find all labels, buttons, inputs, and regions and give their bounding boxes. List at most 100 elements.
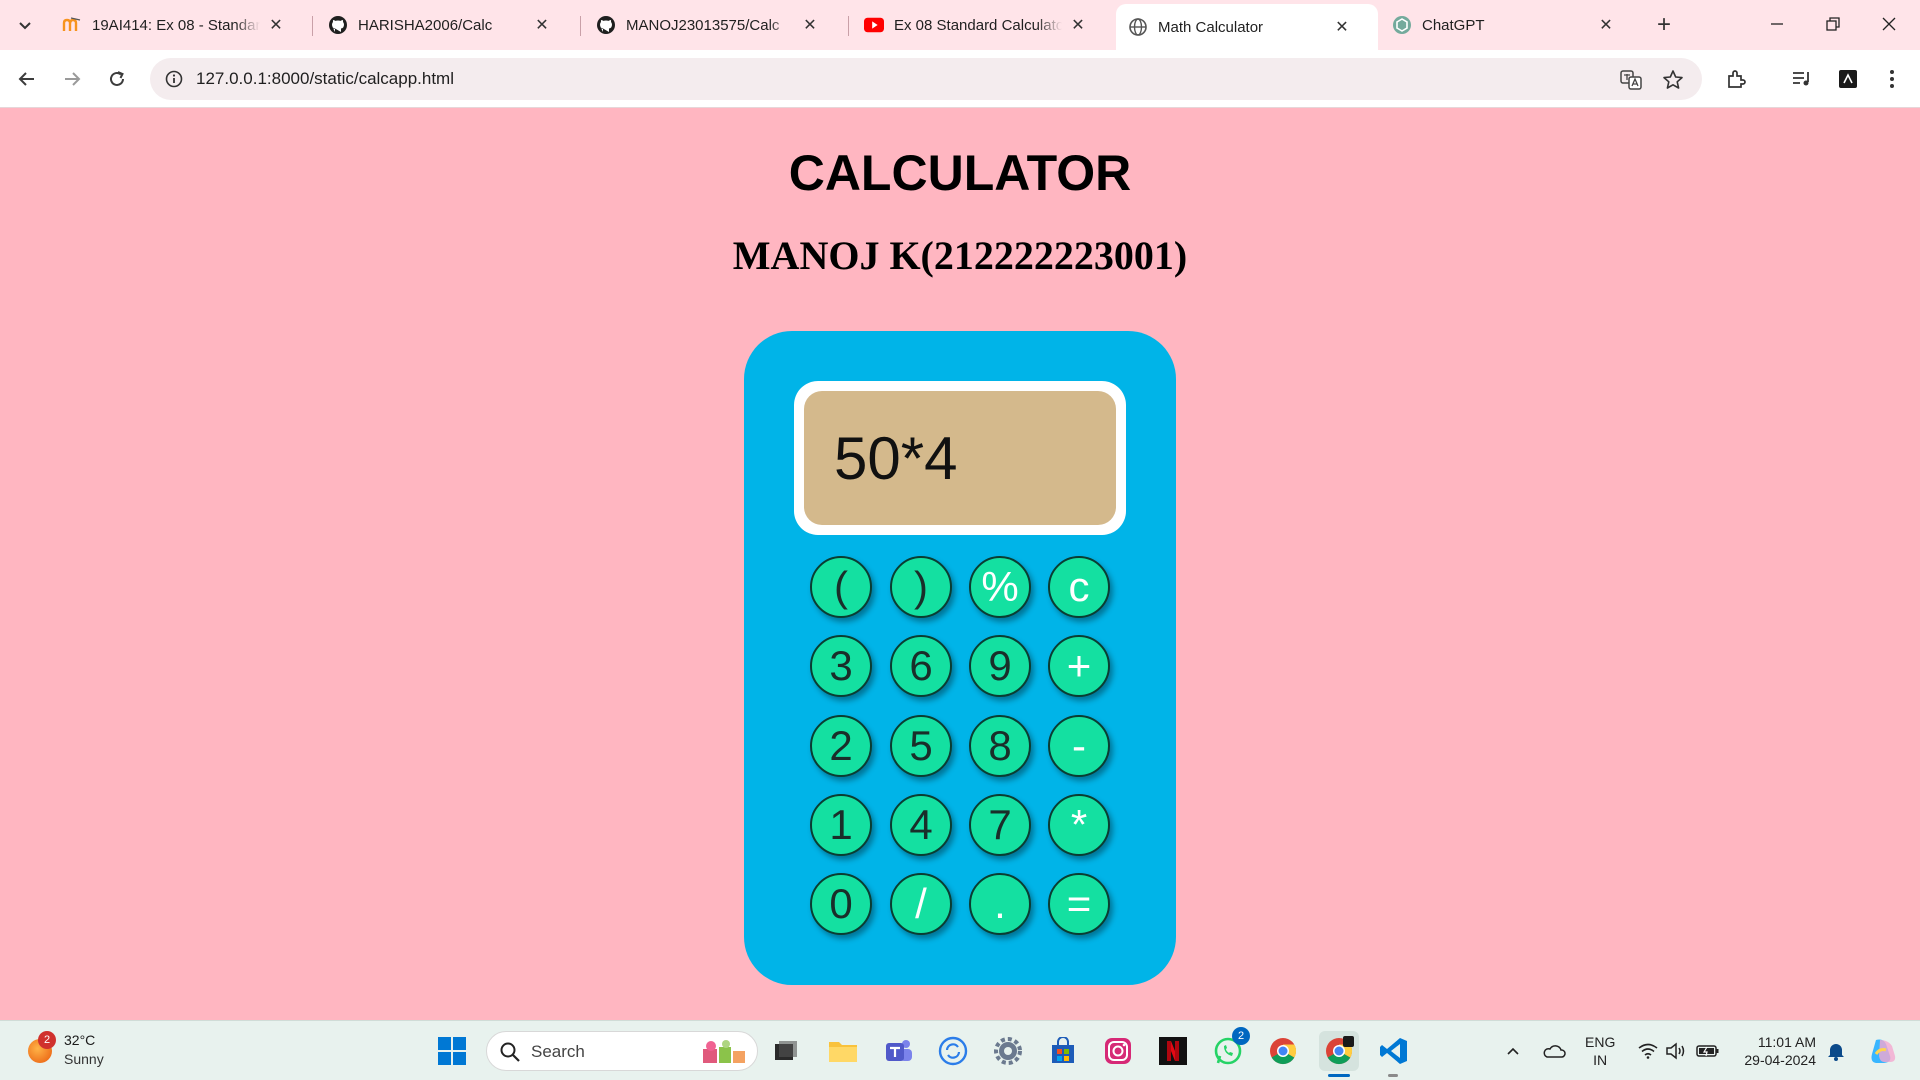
taskbar-store[interactable] bbox=[1043, 1031, 1083, 1071]
start-button[interactable] bbox=[432, 1031, 472, 1071]
taskbar-file-explorer[interactable] bbox=[823, 1031, 863, 1071]
key-minus[interactable]: - bbox=[1048, 715, 1110, 777]
key-6[interactable]: 6 bbox=[890, 635, 952, 697]
volume-icon[interactable] bbox=[1664, 1039, 1688, 1063]
chrome-icon bbox=[1326, 1036, 1354, 1065]
tab-separator bbox=[580, 16, 581, 36]
close-window-button[interactable] bbox=[1866, 6, 1912, 42]
key-close-paren[interactable]: ) bbox=[890, 556, 952, 618]
translate-icon[interactable] bbox=[1618, 67, 1644, 93]
close-icon[interactable]: ✕ bbox=[1332, 17, 1352, 37]
page-subtitle: MANOJ K(212222223001) bbox=[732, 233, 1188, 278]
key-percent[interactable]: % bbox=[969, 556, 1031, 618]
onedrive-icon[interactable] bbox=[1542, 1039, 1566, 1063]
system-clock[interactable]: 11:01 AM 29-04-2024 bbox=[1736, 1033, 1816, 1069]
taskbar-teams[interactable] bbox=[879, 1031, 919, 1071]
tab-chatgpt[interactable]: ChatGPT ✕ bbox=[1380, 6, 1644, 44]
taskbar-settings[interactable] bbox=[988, 1031, 1028, 1071]
key-decimal[interactable]: . bbox=[969, 873, 1031, 935]
restore-icon bbox=[1826, 17, 1840, 31]
key-7[interactable]: 7 bbox=[969, 794, 1031, 856]
close-icon[interactable]: ✕ bbox=[800, 15, 820, 35]
key-5[interactable]: 5 bbox=[890, 715, 952, 777]
clock-time: 11:01 AM bbox=[1757, 1034, 1816, 1050]
plus-icon: + bbox=[1656, 11, 1671, 38]
key-9[interactable]: 9 bbox=[969, 635, 1031, 697]
tab-github-harisha[interactable]: HARISHA2006/Calc ✕ bbox=[316, 6, 576, 44]
taskbar-vscode[interactable] bbox=[1374, 1031, 1414, 1071]
tab-github-manoj[interactable]: MANOJ23013575/Calc ✕ bbox=[584, 6, 844, 44]
language-indicator[interactable]: ENG IN bbox=[1585, 1033, 1615, 1069]
taskbar-chrome[interactable] bbox=[1263, 1031, 1303, 1071]
taskbar-netflix[interactable] bbox=[1153, 1031, 1193, 1071]
taskbar: 2 32°C Sunny Search 2 ENG IN 11:01 AM 29… bbox=[0, 1020, 1920, 1080]
key-8[interactable]: 8 bbox=[969, 715, 1031, 777]
tab-title: MANOJ23013575/Calc bbox=[626, 16, 780, 34]
notification-bell-icon[interactable] bbox=[1824, 1039, 1848, 1063]
url-text[interactable]: 127.0.0.1:8000/static/calcapp.html bbox=[196, 69, 454, 89]
taskbar-instagram[interactable] bbox=[1098, 1031, 1138, 1071]
calculator-body: 50*4 ( ) % c 3 6 9 + 2 5 8 - 1 4 7 * 0 /… bbox=[744, 331, 1176, 985]
taskbar-search[interactable]: Search bbox=[486, 1031, 758, 1071]
tab-moodle[interactable]: 19AI414: Ex 08 - Standard Calculator ✕ bbox=[50, 6, 310, 44]
close-icon[interactable]: ✕ bbox=[1596, 15, 1616, 35]
taskbar-whatsapp[interactable]: 2 bbox=[1208, 1027, 1250, 1071]
close-icon[interactable]: ✕ bbox=[532, 15, 552, 35]
key-divide[interactable]: / bbox=[890, 873, 952, 935]
arrow-left-icon bbox=[18, 72, 34, 86]
browser-menu-icon[interactable] bbox=[1876, 63, 1908, 95]
taskbar-chrome-active[interactable] bbox=[1319, 1031, 1359, 1071]
calculator-display[interactable]: 50*4 bbox=[804, 391, 1116, 525]
site-info-icon[interactable] bbox=[162, 67, 186, 91]
github-icon bbox=[328, 15, 348, 35]
wifi-icon[interactable] bbox=[1636, 1039, 1660, 1063]
tab-search-button[interactable] bbox=[8, 8, 42, 42]
tab-title: Ex 08 Standard Calculator Using Python bbox=[894, 16, 1062, 34]
search-highlight-icon bbox=[703, 1040, 745, 1063]
task-view-button[interactable] bbox=[766, 1031, 806, 1071]
back-button[interactable] bbox=[10, 62, 44, 96]
key-4[interactable]: 4 bbox=[890, 794, 952, 856]
key-2[interactable]: 2 bbox=[810, 715, 872, 777]
new-tab-button[interactable]: + bbox=[1650, 9, 1678, 41]
tab-math-calculator[interactable]: Math Calculator ✕ bbox=[1116, 4, 1378, 50]
profile-avatar[interactable] bbox=[1832, 63, 1864, 95]
clock-date: 29-04-2024 bbox=[1744, 1052, 1816, 1068]
tab-youtube[interactable]: Ex 08 Standard Calculator Using Python ✕ bbox=[852, 6, 1112, 44]
language-line1: ENG bbox=[1585, 1034, 1616, 1050]
page-content: CALCULATOR MANOJ K(212222223001) 50*4 ( … bbox=[0, 108, 1920, 1020]
key-0[interactable]: 0 bbox=[810, 873, 872, 935]
key-3[interactable]: 3 bbox=[810, 635, 872, 697]
key-equals[interactable]: = bbox=[1048, 873, 1110, 935]
media-control-icon[interactable] bbox=[1786, 63, 1818, 95]
gear-icon bbox=[994, 1037, 1022, 1065]
bookmark-star-icon[interactable] bbox=[1660, 67, 1686, 93]
minimize-icon bbox=[1771, 23, 1783, 25]
close-icon[interactable]: ✕ bbox=[1068, 15, 1088, 35]
reload-button[interactable] bbox=[100, 62, 134, 96]
search-placeholder: Search bbox=[531, 1042, 585, 1061]
restore-button[interactable] bbox=[1810, 6, 1856, 42]
chevron-up-icon[interactable] bbox=[1501, 1039, 1525, 1063]
language-line2: IN bbox=[1593, 1052, 1608, 1068]
extensions-icon[interactable] bbox=[1720, 63, 1752, 95]
key-plus[interactable]: + bbox=[1048, 635, 1110, 697]
key-multiply[interactable]: * bbox=[1048, 794, 1110, 856]
vscode-icon bbox=[1380, 1038, 1407, 1064]
github-icon bbox=[596, 15, 616, 35]
address-bar[interactable]: 127.0.0.1:8000/static/calcapp.html bbox=[150, 58, 1702, 100]
tab-title: ChatGPT bbox=[1422, 16, 1485, 34]
chatgpt-icon bbox=[1392, 15, 1412, 35]
folder-icon bbox=[829, 1042, 857, 1062]
forward-button[interactable] bbox=[55, 62, 89, 96]
weather-widget[interactable]: 2 32°C Sunny bbox=[24, 1031, 144, 1071]
close-icon[interactable]: ✕ bbox=[266, 15, 286, 35]
copilot-icon[interactable] bbox=[1866, 1034, 1900, 1068]
taskbar-sync-app[interactable] bbox=[933, 1031, 973, 1071]
key-clear[interactable]: c bbox=[1048, 556, 1110, 618]
key-open-paren[interactable]: ( bbox=[810, 556, 872, 618]
tab-separator bbox=[848, 16, 849, 36]
minimize-button[interactable] bbox=[1754, 6, 1800, 42]
battery-icon[interactable] bbox=[1696, 1039, 1720, 1063]
key-1[interactable]: 1 bbox=[810, 794, 872, 856]
